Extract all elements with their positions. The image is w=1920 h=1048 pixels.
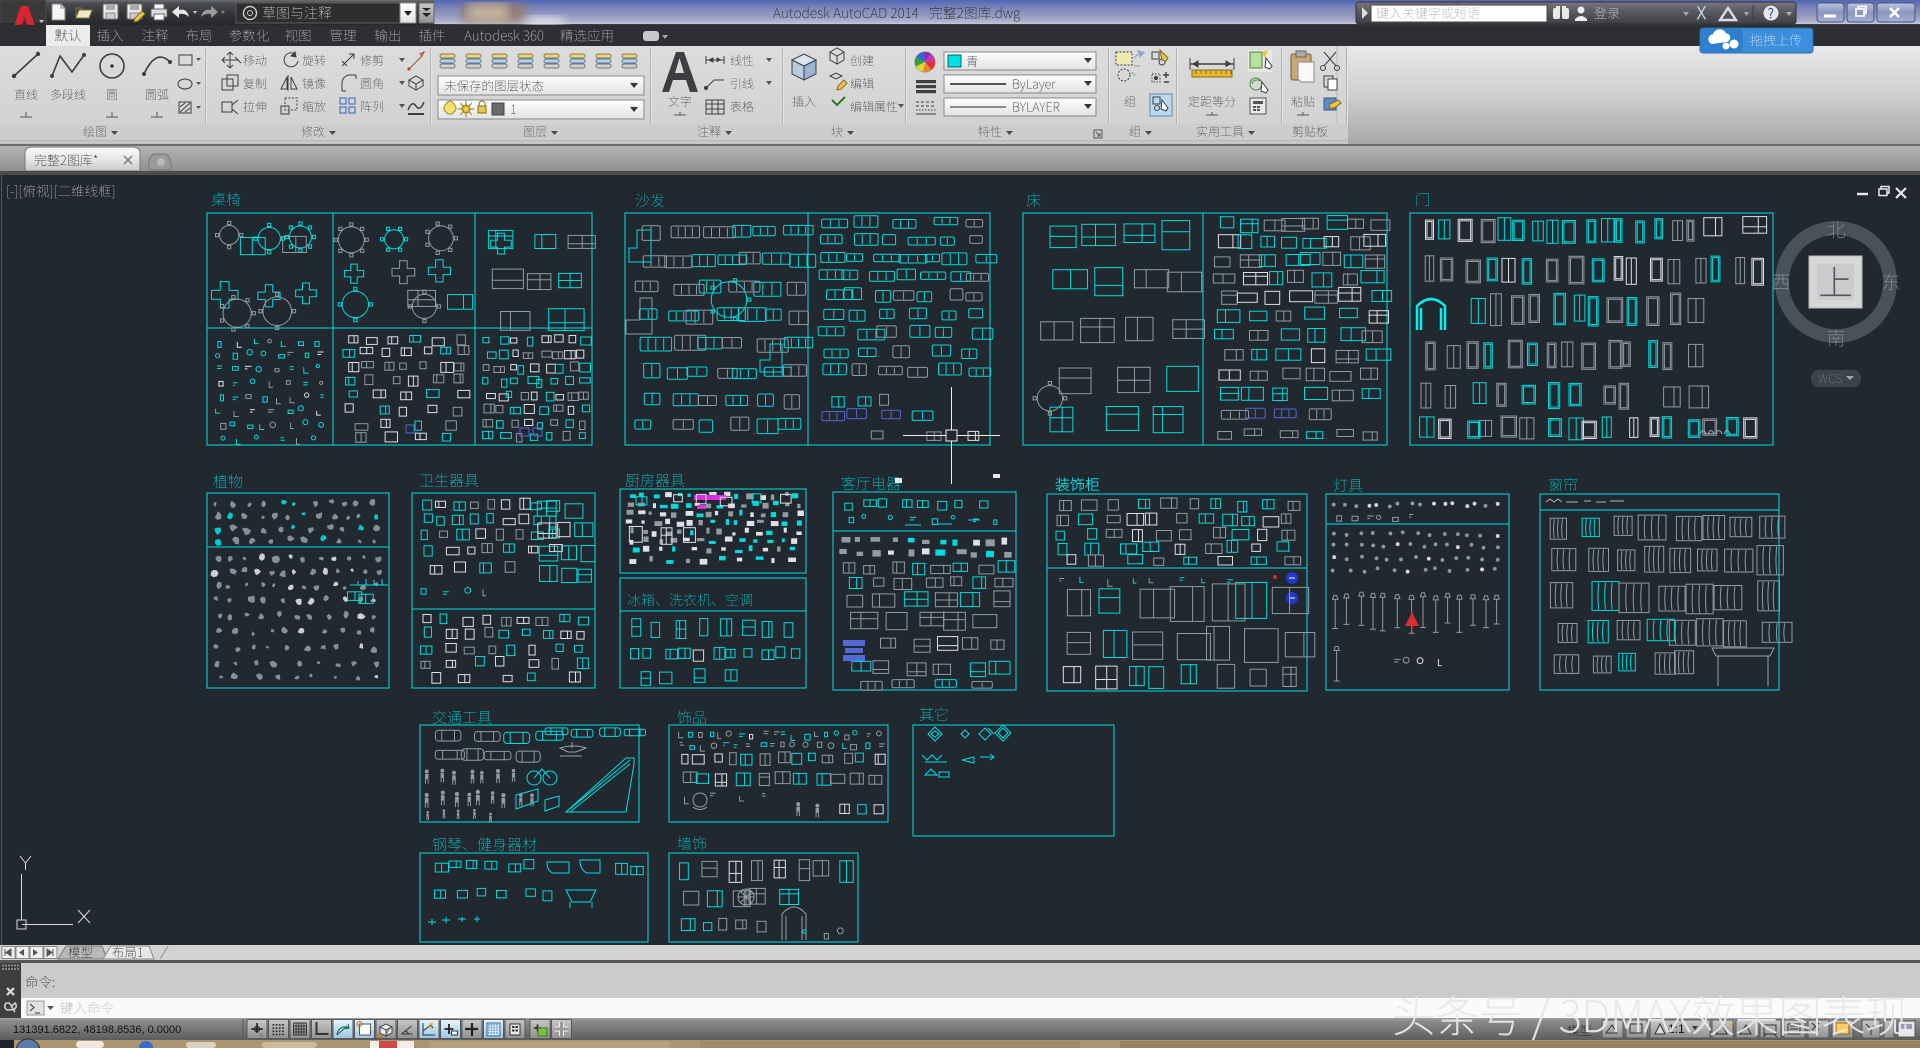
svg-text:131391.6822, 48198.8536, 0.0: 131391.6822, 48198.8536, 0.0000 [13, 1024, 181, 1036]
svg-text:1:1: 1:1 [1668, 1022, 1685, 1036]
